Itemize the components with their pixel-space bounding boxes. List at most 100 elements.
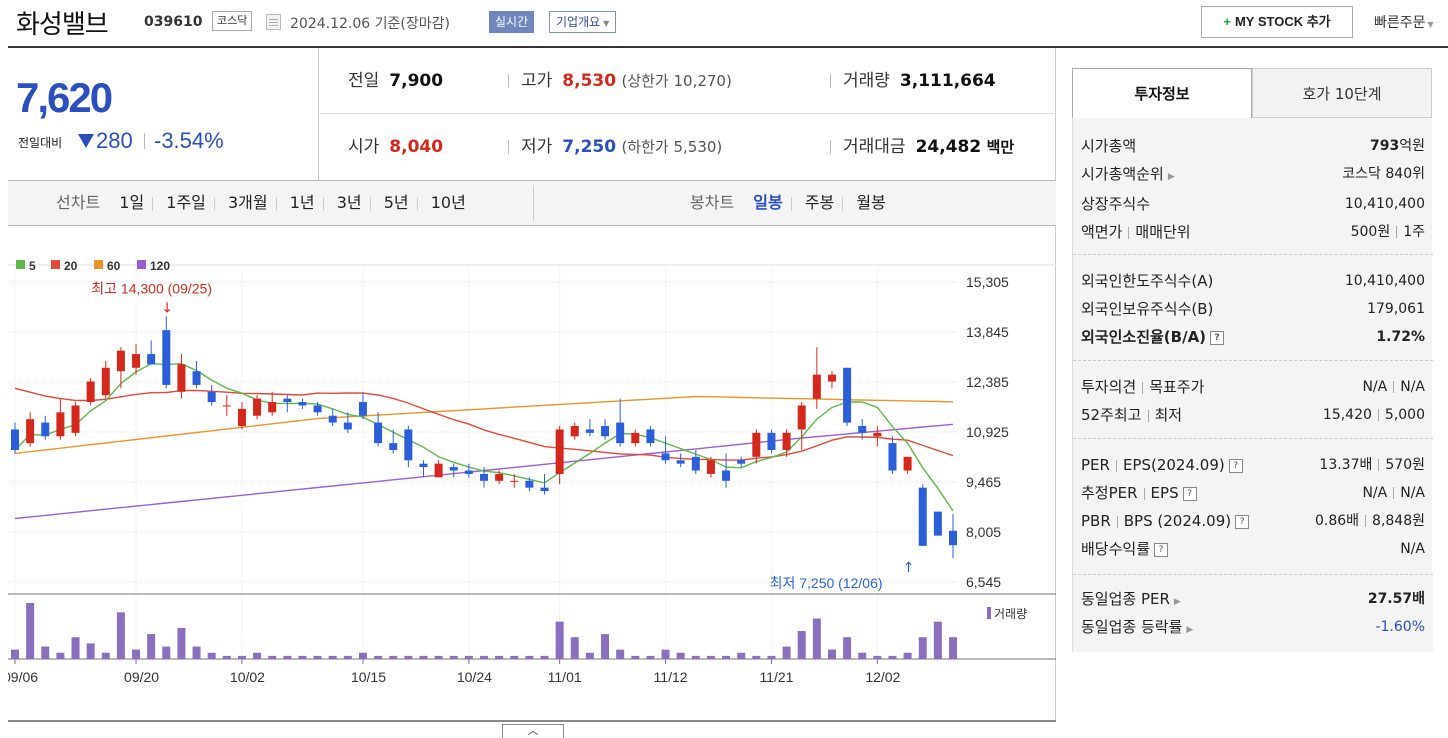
help-icon[interactable]: ? [1154, 542, 1169, 557]
price-box: 7,620 전일대비 280 -3.54% [8, 48, 319, 180]
dividend-row: 배당수익률? N/A [1081, 540, 1425, 558]
candle-monthly[interactable]: 월봉 [856, 193, 885, 212]
calendar-icon [266, 14, 281, 30]
candle [222, 405, 231, 407]
candle-daily[interactable]: 일봉 [753, 193, 782, 212]
foreign-limit-row: 외국인한도주식수(A) 10,410,400 [1081, 272, 1425, 290]
chevron-up-icon: ︿ [527, 724, 539, 737]
period-10y[interactable]: 10년 [431, 193, 466, 212]
help-icon[interactable]: ? [1182, 486, 1197, 501]
volume-bar [419, 655, 428, 659]
candle [585, 429, 594, 433]
volume-bar [661, 649, 670, 659]
candle [343, 422, 352, 430]
y-tick-label: 15,305 [966, 274, 1009, 290]
low-arrow-icon: ↑ [903, 560, 915, 576]
candle [313, 405, 322, 413]
period-3m[interactable]: 3개월 [228, 193, 268, 212]
volume-bar [631, 655, 640, 659]
y-tick-label: 10,925 [966, 424, 1009, 440]
period-1y[interactable]: 1년 [290, 193, 315, 212]
help-icon[interactable]: ? [1210, 330, 1225, 345]
candle [646, 429, 655, 444]
candle [631, 432, 640, 444]
tab-orderbook[interactable]: 호가 10단계 [1252, 68, 1432, 118]
volume-bar [41, 646, 50, 659]
y-tick-label: 13,845 [966, 324, 1009, 340]
volume-bar [737, 652, 746, 659]
volume-bar [782, 646, 791, 659]
volume-bar [192, 646, 201, 659]
market-cap-row: 시가총액 793억원 [1081, 137, 1425, 155]
period-5y[interactable]: 5년 [384, 193, 409, 212]
help-icon[interactable]: ? [1228, 458, 1243, 473]
open-price: 시가 8,040 [348, 137, 444, 157]
quick-order-button[interactable]: 빠른주문 ▼ [1374, 12, 1434, 32]
candle [888, 443, 897, 471]
candle [827, 374, 836, 382]
help-icon[interactable]: ? [1235, 514, 1250, 529]
volume-bar [495, 655, 504, 659]
stock-header: 화성밸브 039610 코스닥 2024.12.06 기준(장마감) 실시간 기… [0, 0, 1448, 46]
candle [374, 422, 383, 444]
volume-bar [222, 655, 231, 659]
candle [147, 354, 156, 365]
valuation-section: PER EPS(2024.09)? 13.37배 570원 추정PER EPS? N/A N… [1073, 439, 1433, 575]
x-tick-label: 12/02 [865, 669, 900, 685]
industry-per-row[interactable]: 동일업종 PER ▶ 27.57배 [1081, 585, 1425, 613]
market-badge: 코스닥 [212, 11, 253, 31]
volume-bar [253, 652, 262, 659]
high-arrow-icon: ↓ [161, 300, 173, 316]
candle [676, 460, 685, 464]
my-stock-add-button[interactable]: + MY STOCK 추가 [1201, 6, 1353, 38]
market-cap-rank-row[interactable]: 시가총액순위 ▶ 코스닥 840위 [1081, 160, 1425, 188]
candle [843, 367, 852, 423]
period-1d[interactable]: 1일 [119, 193, 144, 212]
candle [116, 350, 125, 372]
candle [464, 470, 473, 474]
period-1w[interactable]: 1주일 [166, 193, 206, 212]
shares-row: 상장주식수 10,410,400 [1081, 195, 1425, 213]
volume-bar [358, 652, 367, 659]
divider [144, 133, 145, 149]
y-tick-label: 12,385 [966, 374, 1009, 390]
legend-label: 120 [150, 259, 170, 273]
candle [873, 432, 882, 437]
volume-bar [646, 655, 655, 659]
candle [540, 487, 549, 492]
candle [41, 422, 50, 437]
y-tick-label: 9,465 [966, 474, 1001, 490]
candle [177, 364, 186, 392]
stock-chart[interactable]: 15,305 13,845 12,385 10,925 9,465 8,005 6,545 0… [8, 240, 1056, 720]
volume-bar [162, 646, 171, 659]
stock-code: 039610 [144, 14, 203, 30]
opinion-row: 투자의견 목표주가 N/A N/A [1081, 378, 1425, 396]
period-selector: 선차트 1일 1주일 3개월 1년 3년 5년 10년 봉차트 일봉 주봉 월봉 [8, 180, 1056, 226]
chevron-right-icon: ▶ [1186, 625, 1194, 635]
candle [162, 330, 171, 385]
industry-change-row[interactable]: 동일업종 등락률 ▶ -1.60% [1081, 613, 1425, 641]
chevron-right-icon: ▶ [1167, 172, 1175, 182]
realtime-button[interactable]: 실시간 [489, 11, 535, 33]
volume-bar [268, 655, 277, 659]
volume-bar [918, 637, 927, 659]
volume-legend-swatch [987, 607, 991, 619]
opinion-section: 투자의견 목표주가 N/A N/A 52주최고 최저 15,420 5,000 [1073, 361, 1433, 439]
period-3y[interactable]: 3년 [337, 193, 362, 212]
volume-bar [843, 637, 852, 659]
corp-overview-dropdown[interactable]: 기업개요 ▼ [549, 11, 617, 33]
candle [495, 473, 504, 481]
par-row: 액면가 매매단위 500원 1주 [1081, 223, 1425, 241]
y-tick-label: 8,005 [966, 524, 1001, 540]
tab-invest-info[interactable]: 투자정보 [1072, 68, 1252, 118]
volume-bar [313, 655, 322, 659]
candle-weekly[interactable]: 주봉 [805, 193, 834, 212]
foreign-ratio-row: 외국인소진율(B/A)? 1.72% [1081, 328, 1425, 346]
volume-bar [374, 655, 383, 659]
volume-bar [601, 634, 610, 659]
trade-value: 거래대금 24,482 백만 [830, 114, 1014, 180]
volume-bar [616, 649, 625, 659]
candle [722, 470, 731, 481]
volume-bar [933, 621, 942, 659]
collapse-chart-button[interactable]: ︿ [502, 724, 564, 738]
